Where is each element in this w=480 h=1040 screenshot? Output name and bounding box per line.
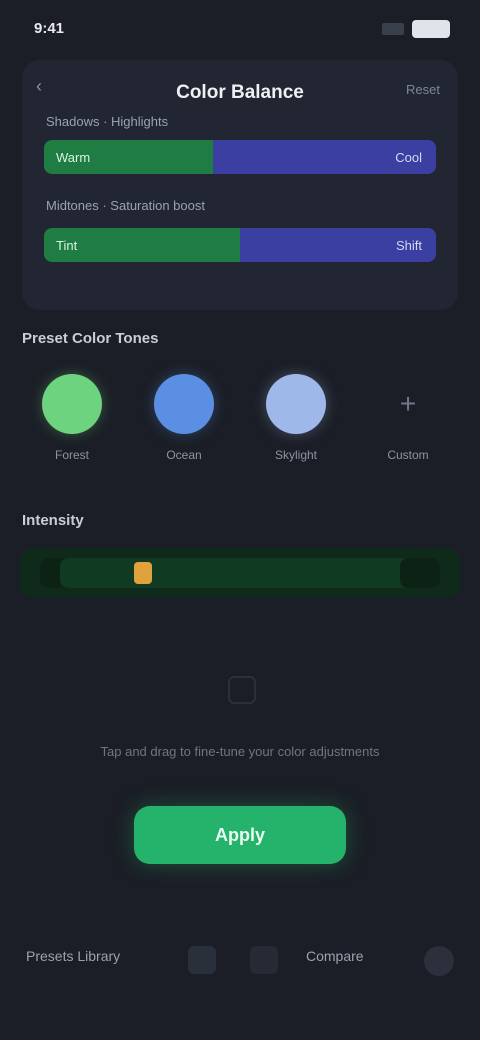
preset-swatch — [266, 374, 326, 434]
placeholder-icon — [228, 676, 256, 704]
preset-label: Ocean — [166, 448, 202, 462]
balance-bar-2-right: Shift — [240, 228, 436, 262]
preset-swatch — [154, 374, 214, 434]
undo-icon[interactable] — [188, 946, 216, 974]
menu-icon[interactable] — [424, 946, 454, 976]
slider-track — [60, 558, 430, 588]
preset-label: Skylight — [274, 448, 318, 462]
presets-title: Preset Color Tones — [22, 330, 159, 347]
plus-icon: + — [399, 388, 417, 419]
status-bar: 9:41 — [0, 0, 480, 60]
status-icons — [382, 20, 450, 38]
battery-icon — [412, 20, 450, 38]
slider-handle[interactable] — [134, 562, 152, 584]
slider-end-cap — [400, 558, 440, 588]
preset-custom[interactable]: + Custom — [358, 368, 458, 468]
preset-label: Forest — [54, 448, 89, 462]
hint-text: Tap and drag to fine‑tune your color adj… — [100, 744, 380, 759]
balance-bar-2[interactable]: Tint Shift — [44, 228, 436, 262]
redo-icon[interactable] — [250, 946, 278, 974]
bottom-bar: Presets Library Compare — [0, 930, 480, 990]
compare-button[interactable]: Compare — [306, 948, 364, 964]
preset-forest[interactable]: Forest — [22, 368, 122, 468]
preset-label: Custom — [387, 448, 429, 462]
card-title: Color Balance — [176, 82, 304, 103]
intensity-slider[interactable] — [20, 548, 460, 598]
reset-button[interactable]: Reset — [406, 82, 440, 97]
balance-bar-2-left: Tint — [44, 228, 240, 262]
preset-swatch — [42, 374, 102, 434]
balance-bar-1[interactable]: Warm Cool — [44, 140, 436, 174]
balance-bar-1-right: Cool — [212, 140, 436, 174]
balance-bar-1-left: Warm — [44, 140, 213, 174]
row-label-1: Shadows · Highlights — [46, 114, 169, 129]
row-label-2: Midtones · Saturation boost — [46, 198, 205, 213]
status-time: 9:41 — [34, 20, 65, 37]
preset-ocean[interactable]: Ocean — [134, 368, 234, 468]
preset-skylight[interactable]: Skylight — [246, 368, 346, 468]
timeline-title: Intensity — [22, 512, 84, 529]
signal-icon — [382, 23, 404, 35]
presets-library-link[interactable]: Presets Library — [26, 948, 120, 964]
preset-list: Forest Ocean Skylight + Custom — [22, 368, 458, 468]
apply-button[interactable]: Apply — [134, 806, 346, 864]
color-balance-card: ‹ Color Balance Reset Shadows · Highligh… — [22, 60, 458, 310]
